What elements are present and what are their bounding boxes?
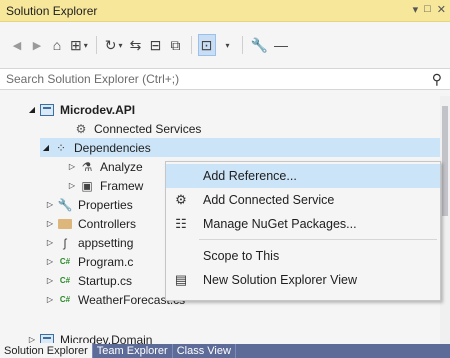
- dash-icon[interactable]: —: [272, 34, 290, 56]
- menu-item-label: New Solution Explorer View: [203, 273, 358, 287]
- menu-item-label: Add Connected Service: [203, 193, 335, 207]
- menu-item-label: Manage NuGet Packages...: [203, 217, 357, 231]
- csharp-file-icon: C#: [59, 295, 71, 304]
- tree-item-analyzers[interactable]: ▷ ⚗ Analyze: [66, 157, 143, 176]
- window-titlebar: Solution Explorer ▾ □ ✕: [0, 0, 450, 22]
- tree-item-label: Controllers: [78, 216, 137, 231]
- maximize-icon[interactable]: □: [424, 3, 431, 16]
- search-bar: ⚲: [0, 68, 450, 90]
- tree-item-properties[interactable]: ▷ 🔧 Properties: [44, 195, 133, 214]
- tree-item-weatherforecast[interactable]: ▷ C# WeatherForecast.cs: [44, 290, 185, 309]
- tab-solution-explorer[interactable]: Solution Explorer: [0, 343, 93, 358]
- show-all-files-icon[interactable]: ⧉: [167, 34, 185, 56]
- back-icon[interactable]: ◀: [8, 34, 26, 56]
- expander-icon[interactable]: ▷: [66, 162, 78, 171]
- menu-divider: [199, 239, 437, 240]
- framework-icon: ▣: [81, 178, 93, 193]
- chevron-down-icon: ▾: [225, 40, 230, 50]
- tree-item-dependencies[interactable]: ◢ ⁘ Dependencies: [40, 138, 440, 157]
- tab-class-view[interactable]: Class View: [173, 344, 236, 358]
- menu-item-label: Scope to This: [203, 249, 280, 263]
- chevron-down-icon: ▾: [83, 40, 88, 50]
- preview-selected-button[interactable]: ⊡: [197, 34, 216, 56]
- context-menu: Add Reference... ⚙ Add Connected Service…: [165, 161, 441, 301]
- tree-item-label: Microdev.API: [60, 102, 136, 117]
- close-icon[interactable]: ✕: [437, 3, 446, 16]
- expander-icon[interactable]: ▷: [66, 181, 78, 190]
- search-icon[interactable]: ⚲: [432, 71, 442, 88]
- tab-team-explorer[interactable]: Team Explorer: [93, 344, 173, 358]
- tree-item-label: appsetting: [78, 235, 134, 250]
- tree-item-label: Analyze: [100, 159, 143, 174]
- pending-changes-icon: ↻: [104, 36, 117, 53]
- tree-item-label: Properties: [78, 197, 133, 212]
- menu-item-add-connected-service[interactable]: ⚙ Add Connected Service: [166, 188, 440, 212]
- folder-icon: [56, 216, 74, 232]
- expander-icon[interactable]: ▷: [44, 200, 56, 209]
- switch-views-icon: ⊞: [70, 36, 82, 53]
- panel-tab-strip: Solution Explorer Team Explorer Class Vi…: [0, 343, 450, 358]
- tree-item-label: Framew: [100, 178, 144, 193]
- tree-item-program[interactable]: ▷ C# Program.c: [44, 252, 133, 271]
- expander-icon[interactable]: ▷: [44, 295, 56, 304]
- connected-service-icon: ⚙: [175, 192, 187, 207]
- menu-item-label: Add Reference...: [203, 169, 297, 183]
- tree-item-frameworks[interactable]: ▷ ▣ Framew: [66, 176, 143, 195]
- nuget-icon: ☷: [175, 216, 187, 231]
- chevron-down-icon: ▾: [118, 40, 123, 50]
- expander-icon[interactable]: ◢: [26, 105, 38, 114]
- tree-item-label: Dependencies: [74, 140, 151, 155]
- new-view-icon: ▤: [174, 272, 188, 287]
- forward-icon[interactable]: ▶: [28, 34, 46, 56]
- tree-item-microdev-api[interactable]: ◢ Microdev.API: [26, 100, 135, 119]
- tree-item-connected-services[interactable]: ⚙ Connected Services: [72, 119, 202, 138]
- menu-item-new-view[interactable]: ▤ New Solution Explorer View: [166, 268, 440, 292]
- toolbar: ◀ ▶ ⌂ ⊞ ▾ ↻ ▾ ⇆ ⊟ ⧉ ⊡ ▾ 🔧 —: [0, 22, 450, 68]
- toolbar-divider: [190, 36, 192, 54]
- preview-selected-icon: ⊡: [200, 36, 213, 53]
- expander-icon[interactable]: ▷: [44, 219, 56, 228]
- scrollbar-thumb[interactable]: [442, 106, 448, 216]
- window-controls: ▾ □ ✕: [413, 3, 446, 16]
- properties-icon[interactable]: 🔧: [249, 34, 270, 56]
- tree-item-startup[interactable]: ▷ C# Startup.cs: [44, 271, 132, 290]
- csharp-project-icon: [38, 102, 56, 118]
- tree-item-controllers[interactable]: ▷ Controllers: [44, 214, 136, 233]
- dropdown-icon[interactable]: ▾: [413, 3, 419, 16]
- menu-item-scope-to-this[interactable]: Scope to This: [166, 244, 440, 268]
- tree-item-appsettings[interactable]: ▷ ʃ appsetting: [44, 233, 133, 252]
- home-icon[interactable]: ⌂: [48, 34, 66, 56]
- expander-icon[interactable]: ▷: [44, 238, 56, 247]
- expander-icon[interactable]: ▷: [44, 257, 56, 266]
- toolbar-divider: [95, 36, 97, 54]
- tree-item-label: Connected Services: [94, 121, 202, 136]
- collapse-all-icon[interactable]: ⊟: [147, 34, 165, 56]
- tree-item-label: Startup.cs: [78, 273, 133, 288]
- expander-icon[interactable]: ▷: [44, 276, 56, 285]
- csharp-file-icon: C#: [59, 257, 71, 266]
- menu-item-manage-nuget[interactable]: ☷ Manage NuGet Packages...: [166, 212, 440, 236]
- search-input[interactable]: [6, 71, 406, 87]
- switch-views-button[interactable]: ⊞ ▾: [68, 34, 90, 56]
- wrench-icon: 🔧: [57, 197, 73, 212]
- toolbar-divider: [241, 36, 243, 54]
- sync-icon[interactable]: ⇆: [127, 34, 145, 56]
- json-file-icon: ʃ: [63, 235, 67, 250]
- tree-item-microdev-domain[interactable]: ▷ Microdev.Domain: [26, 330, 152, 344]
- menu-item-add-reference[interactable]: Add Reference...: [166, 164, 440, 188]
- vertical-scrollbar[interactable]: [440, 96, 450, 344]
- expander-icon[interactable]: ◢: [40, 143, 52, 152]
- csharp-file-icon: C#: [59, 276, 71, 285]
- window-title: Solution Explorer: [6, 3, 98, 18]
- preview-options-button[interactable]: ▾: [218, 34, 236, 56]
- connected-services-icon: ⚙: [75, 121, 87, 136]
- dependencies-icon: ⁘: [55, 140, 67, 155]
- pending-changes-button[interactable]: ↻ ▾: [103, 34, 125, 56]
- tree-item-label: Program.c: [78, 254, 134, 269]
- analyzer-icon: ⚗: [81, 159, 93, 174]
